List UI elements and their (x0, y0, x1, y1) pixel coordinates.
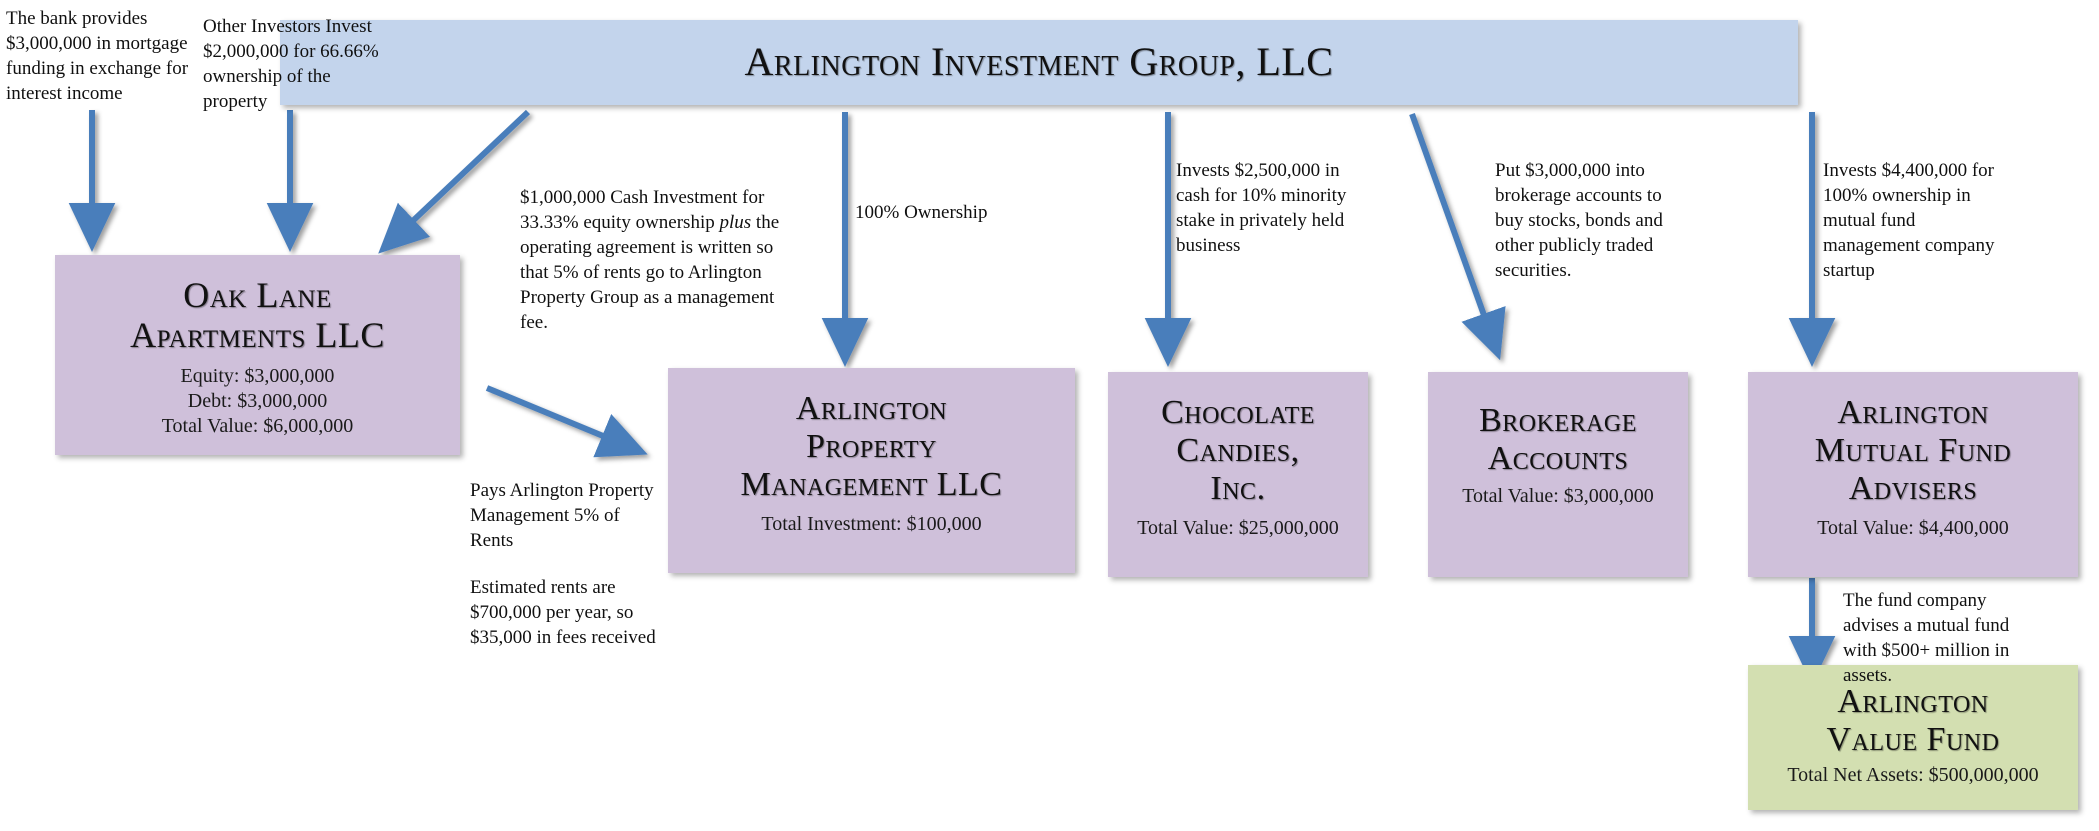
annotation-hundred-percent-ownership: 100% Ownership (855, 202, 988, 223)
annotation-other-investors: Other Investors Invest $2,000,000 for 66… (203, 16, 379, 113)
entity-title-arlington-property-management: Arlington Property Management LLC (740, 390, 1003, 504)
entity-title-brokerage-accounts: Brokerage Accounts (1479, 402, 1637, 478)
entity-details-arlington-property-management: Total Investment: $100,000 (761, 513, 982, 536)
annotation-cash-investment: $1,000,000 Cash Investment for 33.33% eq… (520, 185, 790, 335)
entity-title-arlington-mutual-fund-advisers: Arlington Mutual Fund Advisers (1814, 394, 2012, 508)
entity-box-brokerage-accounts[interactable]: Brokerage Accounts Total Value: $3,000,0… (1428, 372, 1688, 577)
entity-details-arlington-value-fund: Total Net Assets: $500,000,000 (1787, 764, 2039, 787)
annotation-brokerage-investment: Put $3,000,000 into brokerage accounts t… (1495, 160, 1663, 282)
entity-box-arlington-property-management[interactable]: Arlington Property Management LLC Total … (668, 368, 1075, 573)
annotation-cash-investment-emphasis: plus (719, 212, 752, 234)
entity-title-oak-lane-apartments: Oak Lane Apartments LLC (130, 275, 385, 356)
arrow-header-to-oaklane (378, 109, 531, 254)
entity-box-chocolate-candies[interactable]: Chocolate Candies, Inc. Total Value: $25… (1108, 372, 1368, 577)
entity-title-arlington-investment-group: Arlington Investment Group, LLC (744, 39, 1334, 84)
entity-title-chocolate-candies: Chocolate Candies, Inc. (1161, 394, 1315, 508)
org-structure-diagram: Arlington Investment Group, LLC Oak Lane… (0, 0, 2099, 831)
entity-box-arlington-mutual-fund-advisers[interactable]: Arlington Mutual Fund Advisers Total Val… (1748, 372, 2078, 577)
annotation-mutual-fund-investment: Invests $4,400,000 for 100% ownership in… (1823, 160, 1995, 282)
annotation-bank-mortgage: The bank provides $3,000,000 in mortgage… (6, 8, 189, 105)
entity-details-chocolate-candies: Total Value: $25,000,000 (1137, 517, 1339, 540)
entity-box-oak-lane-apartments[interactable]: Oak Lane Apartments LLC Equity: $3,000,0… (55, 255, 460, 455)
arrow-header-to-brokerage-accounts (1409, 112, 1506, 361)
annotation-chocolate-candies-investment: Invests $2,500,000 in cash for 10% minor… (1176, 160, 1347, 257)
annotation-fund-company-advises: The fund company advises a mutual fund w… (1843, 590, 2010, 687)
arrow-oaklane-to-property-management (485, 385, 648, 458)
annotation-pays-management-fee: Pays Arlington Property Management 5% of… (470, 480, 654, 552)
entity-details-arlington-mutual-fund-advisers: Total Value: $4,400,000 (1817, 517, 2009, 540)
entity-details-brokerage-accounts: Total Value: $3,000,000 (1462, 485, 1654, 508)
entity-box-arlington-investment-group[interactable]: Arlington Investment Group, LLC (280, 20, 1798, 105)
entity-details-oak-lane-apartments: Equity: $3,000,000 Debt: $3,000,000 Tota… (161, 364, 354, 437)
annotation-estimated-rents: Estimated rents are $700,000 per year, s… (470, 577, 656, 649)
